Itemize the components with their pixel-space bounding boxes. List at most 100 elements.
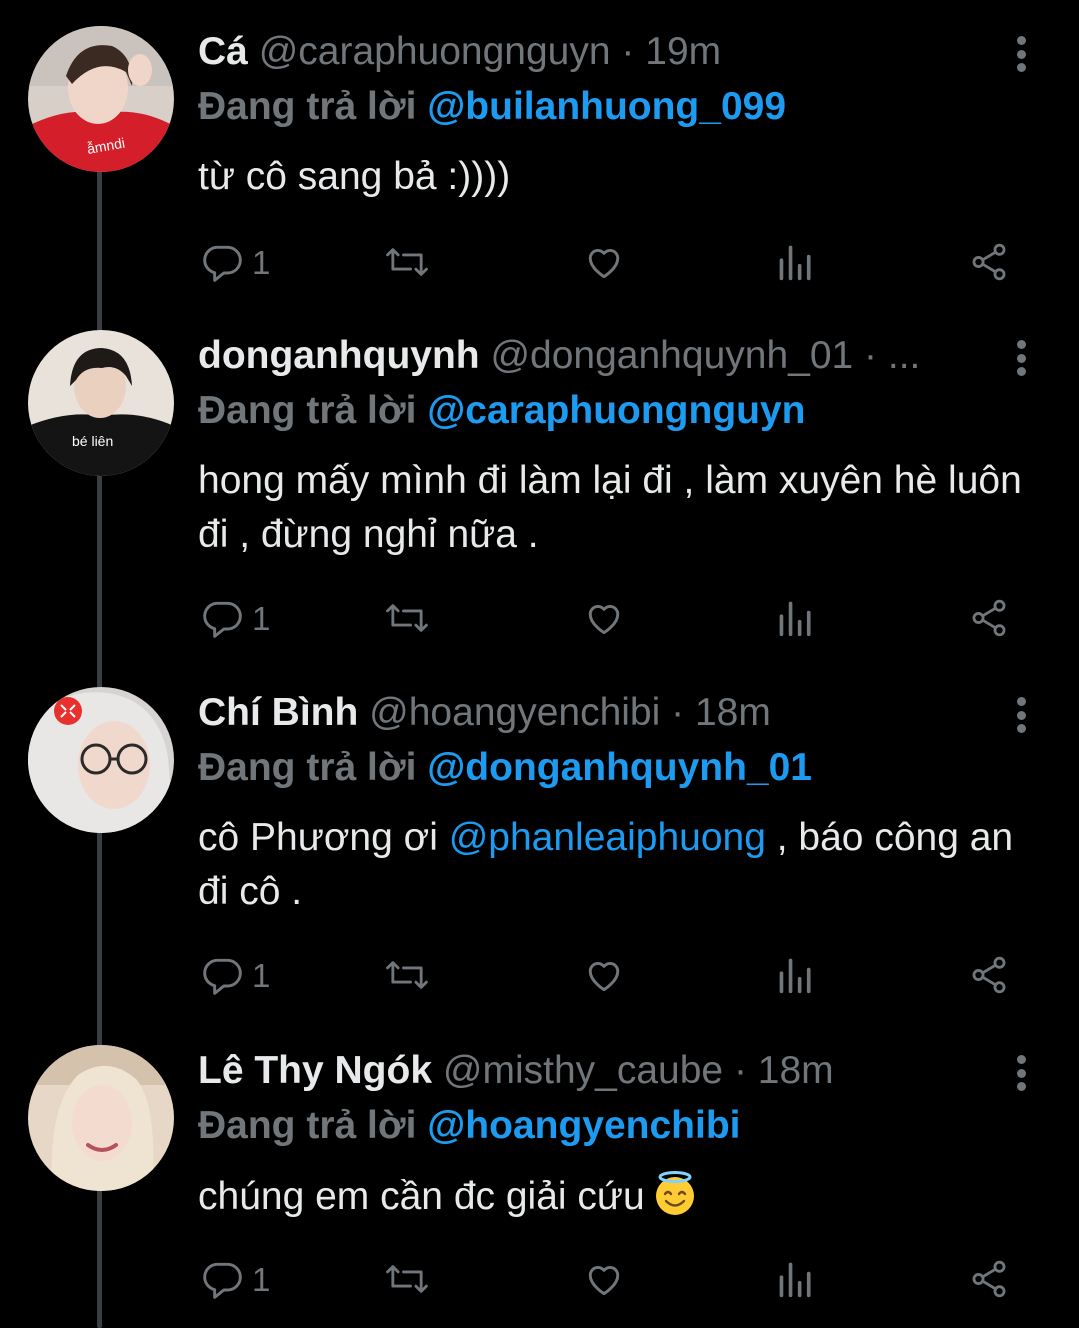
reply-icon (203, 958, 242, 995)
avatar[interactable] (28, 687, 174, 833)
retweet-button[interactable] (384, 1249, 430, 1309)
views-icon (779, 601, 811, 637)
user-handle[interactable]: @donganhquynh_01 (490, 334, 853, 377)
share-icon (972, 1260, 1006, 1298)
timestamp[interactable]: 18m (695, 691, 771, 734)
avatar[interactable]: bé liên (28, 330, 174, 476)
like-button[interactable] (582, 1249, 626, 1309)
reply-button[interactable]: 1 (200, 588, 270, 648)
tweet-header: Cá @caraphuongnguyn · 19m (198, 24, 979, 80)
replying-to: Đang trả lời @builanhuong_099 (198, 80, 786, 134)
avatar[interactable]: ẫmndi (28, 26, 174, 172)
tweet[interactable]: Chí Bình @hoangyenchibi · 18m Đang trả l… (0, 685, 1079, 1045)
like-button[interactable] (582, 232, 626, 292)
more-icon[interactable] (1009, 1055, 1033, 1091)
retweet-button[interactable] (384, 232, 430, 292)
replying-to-label: Đang trả lời (198, 85, 417, 128)
tweet-text-part: chúng em cần đc giải cứu (198, 1175, 645, 1218)
share-button[interactable] (968, 588, 1010, 648)
action-bar: 1 (198, 588, 1028, 648)
views-icon (779, 958, 811, 994)
reply-count: 1 (252, 243, 271, 281)
replying-to-label: Đang trả lời (198, 389, 417, 432)
tweet-text: từ cô sang bả :)))) (198, 150, 1028, 204)
replying-to: Đang trả lời @caraphuongnguyn (198, 384, 805, 438)
tweet-text: hong mấy mình đi làm lại đi , làm xuyên … (198, 454, 1028, 562)
heart-icon (588, 604, 620, 635)
tweet-text-part: từ cô sang bả :)))) (198, 155, 511, 198)
display-name[interactable]: donganhquynh (198, 334, 480, 377)
share-button[interactable] (968, 232, 1010, 292)
replying-to-mention[interactable]: @caraphuongnguyn (427, 389, 805, 432)
share-button[interactable] (968, 945, 1010, 1005)
timestamp[interactable]: 19m (645, 30, 721, 73)
tweet-text: chúng em cần đc giải cứu (198, 1169, 1028, 1224)
display-name[interactable]: Chí Bình (198, 691, 358, 734)
separator: · ... (864, 334, 921, 377)
reply-button[interactable]: 1 (200, 232, 270, 292)
tweet-mention[interactable]: @phanleaiphuong (449, 816, 766, 859)
replying-to: Đang trả lời @hoangyenchibi (198, 1099, 741, 1153)
reply-count: 1 (252, 956, 271, 994)
views-button[interactable] (776, 1249, 816, 1309)
share-icon (972, 599, 1006, 637)
tweet-text-part: cô Phương ơi (198, 816, 449, 859)
retweet-icon (386, 1265, 428, 1293)
retweet-icon (386, 248, 428, 276)
heart-icon (588, 961, 620, 992)
tweet-header: Chí Bình @hoangyenchibi · 18m (198, 685, 979, 741)
display-name[interactable]: Cá (198, 30, 248, 73)
reply-icon (203, 1262, 242, 1299)
action-bar: 1 (198, 232, 1028, 292)
avatar[interactable] (28, 1045, 174, 1191)
display-name[interactable]: Lê Thy Ngók (198, 1049, 432, 1092)
retweet-icon (386, 961, 428, 989)
replying-to-label: Đang trả lời (198, 746, 417, 789)
more-icon[interactable] (1009, 697, 1033, 733)
separator: · (671, 691, 685, 734)
replying-to: Đang trả lời @donganhquynh_01 (198, 741, 812, 795)
heart-icon (588, 248, 620, 279)
replying-to-mention[interactable]: @hoangyenchibi (427, 1104, 740, 1147)
tweet-header: Lê Thy Ngók @misthy_caube · 18m (198, 1043, 979, 1099)
reply-button[interactable]: 1 (200, 1249, 270, 1309)
heart-icon (588, 1265, 620, 1296)
tweet[interactable]: Lê Thy Ngók @misthy_caube · 18m Đang trả… (0, 1043, 1079, 1324)
tweet-header: donganhquynh @donganhquynh_01 · ... (198, 328, 979, 384)
tweet[interactable]: bé liên donganhquynh @donganhquynh_01 · … (0, 328, 1079, 688)
like-button[interactable] (582, 945, 626, 1005)
reply-button[interactable]: 1 (200, 945, 270, 1005)
tweet-text-part: hong mấy mình đi làm lại đi , làm xuyên … (198, 459, 1022, 556)
replying-to-mention[interactable]: @builanhuong_099 (427, 85, 786, 128)
more-icon[interactable] (1009, 340, 1033, 376)
tweet-text: cô Phương ơi @phanleaiphuong , báo công … (198, 811, 1028, 919)
tweet[interactable]: ẫmndi Cá @caraphuongnguyn · 19m Đang trả… (0, 24, 1079, 334)
share-button[interactable] (968, 1249, 1010, 1309)
replying-to-label: Đang trả lời (198, 1104, 417, 1147)
retweet-button[interactable] (384, 588, 430, 648)
views-icon (779, 245, 811, 281)
svg-text:bé liên: bé liên (72, 433, 113, 449)
separator: · (621, 30, 635, 73)
more-icon[interactable] (1009, 36, 1033, 72)
reply-count: 1 (252, 1260, 271, 1298)
user-handle[interactable]: @caraphuongnguyn (259, 30, 611, 73)
replying-to-mention[interactable]: @donganhquynh_01 (427, 746, 812, 789)
views-button[interactable] (776, 945, 816, 1005)
smiling-face-with-halo-icon (655, 1171, 694, 1215)
views-icon (779, 1262, 811, 1298)
views-button[interactable] (776, 588, 816, 648)
separator: · (733, 1049, 747, 1092)
user-handle[interactable]: @hoangyenchibi (369, 691, 660, 734)
action-bar: 1 (198, 945, 1028, 1005)
user-handle[interactable]: @misthy_caube (443, 1049, 723, 1092)
action-bar: 1 (198, 1249, 1028, 1309)
views-button[interactable] (776, 232, 816, 292)
timestamp[interactable]: 18m (758, 1049, 834, 1092)
retweet-icon (386, 604, 428, 632)
like-button[interactable] (582, 588, 626, 648)
retweet-button[interactable] (384, 945, 430, 1005)
share-icon (972, 956, 1006, 994)
reply-icon (203, 245, 242, 282)
reply-icon (203, 601, 242, 638)
